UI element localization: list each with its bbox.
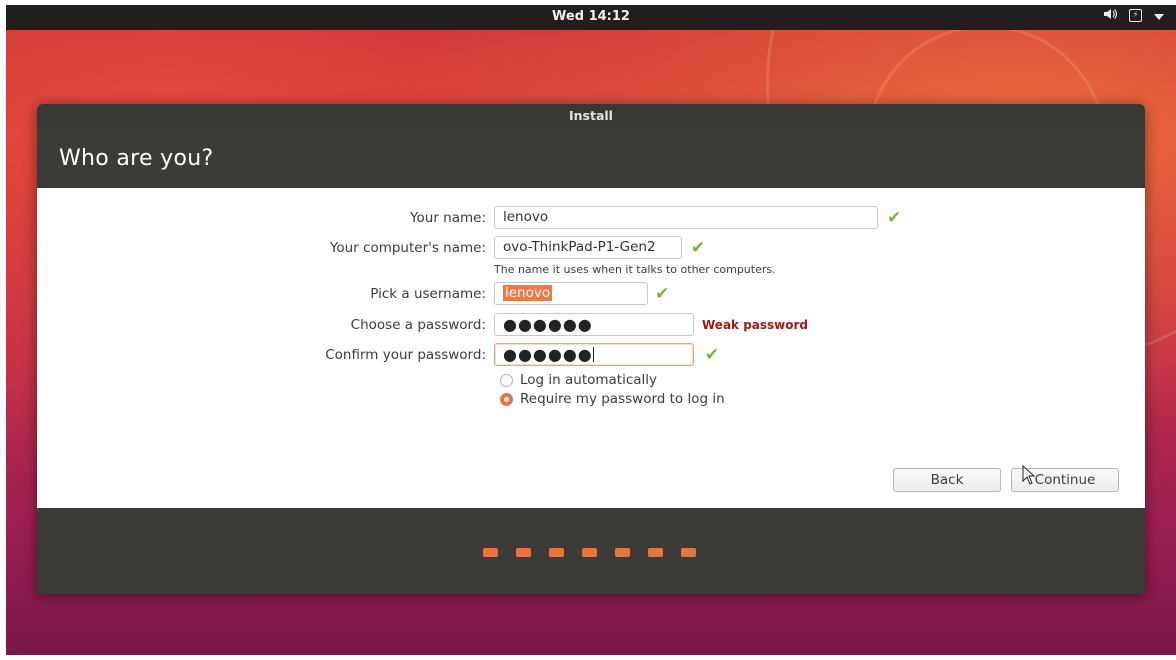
username-input[interactable]: lenovo	[494, 282, 648, 305]
password-input[interactable]: ●●●●●●	[494, 313, 694, 336]
window-title: Install	[37, 104, 1145, 128]
clock[interactable]: Wed 14:12	[6, 9, 1176, 24]
text-caret	[592, 347, 594, 362]
computer-name-label: Your computer's name:	[329, 240, 486, 256]
top-bar: Wed 14:12 ⚡	[6, 5, 1176, 30]
login-auto-label: Log in automatically	[520, 372, 658, 388]
progress-dot	[516, 548, 531, 557]
name-input[interactable]: lenovo	[494, 206, 878, 229]
installer-window: Install Who are you? Your name: lenovo ✔…	[37, 104, 1145, 594]
password-strength: Weak password	[702, 318, 809, 332]
system-tray[interactable]: ⚡	[1103, 8, 1164, 23]
computer-name-input[interactable]: ovo-ThinkPad-P1-Gen2	[494, 236, 682, 259]
progress-dot	[615, 548, 630, 557]
mouse-cursor-icon	[1022, 465, 1036, 485]
login-auto-option[interactable]: Log in automatically	[500, 372, 657, 388]
username-row: Pick a username: lenovo ✔	[37, 282, 1145, 306]
confirm-password-value: ●●●●●●	[503, 345, 593, 364]
username-selection: lenovo	[503, 285, 553, 301]
computer-name-hint: The name it uses when it talks to other …	[494, 263, 776, 276]
computer-name-row: Your computer's name: ovo-ThinkPad-P1-Ge…	[37, 236, 1145, 260]
progress-dot	[549, 548, 564, 557]
progress-dot	[681, 548, 696, 557]
password-row: Choose a password: ●●●●●● Weak password	[37, 313, 1145, 337]
progress-dots	[483, 548, 696, 557]
confirm-password-row: Confirm your password: ●●●●●● ✔	[37, 343, 1145, 367]
button-bar: Back Continue	[37, 468, 1145, 492]
confirm-password-label: Confirm your password:	[325, 347, 486, 363]
name-row: Your name: lenovo ✔	[37, 206, 1145, 230]
confirm-password-input[interactable]: ●●●●●●	[494, 343, 694, 366]
back-button[interactable]: Back	[893, 468, 1001, 492]
radio-on-icon[interactable]	[500, 392, 513, 406]
progress-footer	[37, 508, 1145, 594]
username-label: Pick a username:	[370, 286, 486, 302]
user-form: Your name: lenovo ✔ Your computer's name…	[37, 188, 1145, 508]
dropdown-arrow-icon[interactable]	[1154, 9, 1164, 23]
name-label: Your name:	[410, 210, 486, 226]
check-icon: ✔	[887, 208, 902, 228]
desktop: Wed 14:12 ⚡ Install Who are you? Your na…	[6, 5, 1176, 655]
progress-dot	[648, 548, 663, 557]
check-icon: ✔	[705, 345, 720, 365]
password-label: Choose a password:	[350, 317, 486, 333]
radio-off-icon[interactable]	[500, 373, 513, 387]
check-icon: ✔	[691, 238, 706, 258]
login-password-option[interactable]: Require my password to log in	[500, 391, 725, 407]
progress-dot	[483, 548, 498, 557]
check-icon: ✔	[655, 284, 670, 304]
progress-dot	[582, 548, 597, 557]
volume-icon[interactable]	[1103, 8, 1117, 23]
page-heading: Who are you?	[37, 128, 1145, 188]
login-password-label: Require my password to log in	[520, 391, 725, 407]
battery-icon[interactable]: ⚡	[1129, 9, 1142, 22]
